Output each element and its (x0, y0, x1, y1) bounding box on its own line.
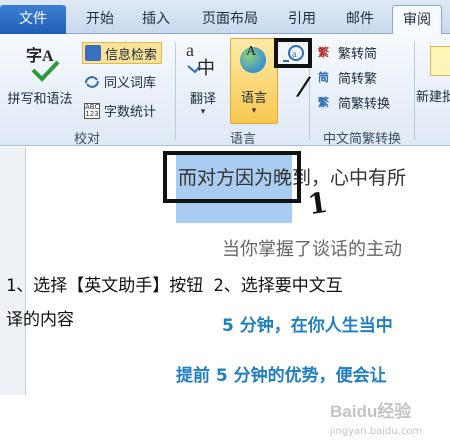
tab-page-layout[interactable]: 页面布局 (192, 5, 268, 34)
english-assistant-button[interactable]: a (274, 38, 312, 68)
trad-to-simp-button[interactable]: 繁 繁转简 (318, 42, 377, 63)
language-group-label: 语言 (229, 132, 256, 147)
spelling-icon: 字A (20, 40, 60, 82)
globe-icon: A (237, 43, 271, 83)
thesaurus-icon (84, 74, 100, 90)
tab-review[interactable]: 审阅 (392, 5, 442, 35)
instruction-step-cont: 译的内容 (6, 310, 74, 330)
tab-insert[interactable]: 插入 (132, 5, 180, 34)
tab-references[interactable]: 引用 (278, 5, 326, 34)
spelling-grammar-label: 拼写和语法 (7, 92, 73, 107)
group-divider (175, 42, 176, 140)
new-comment-button[interactable]: 新建批 (414, 40, 450, 105)
doc-blue-line-1: 5 分钟，在你人生当中 (222, 316, 393, 336)
translate-dropdown-icon: ▾ (200, 107, 206, 117)
proofing-group-label: 校对 (73, 132, 100, 147)
selection-highlight-box (163, 151, 301, 203)
translate-label: 翻译 (189, 92, 216, 107)
language-dropdown-icon: ▾ (251, 106, 257, 116)
trad-to-simp-icon: 繁 (318, 45, 329, 59)
thesaurus-button[interactable]: 同义词库 (84, 71, 156, 92)
word-count-button[interactable]: ABC 123 字数统计 (84, 100, 156, 121)
chinese-group-label: 中文简繁转换 (322, 132, 401, 147)
simp-to-trad-button[interactable]: 简 简转繁 (318, 67, 377, 88)
svg-text:a: a (292, 49, 297, 60)
convert-button[interactable]: 繁 简繁转换 (318, 92, 390, 113)
doc-blue-line-2: 提前 5 分钟的优势，便会让 (176, 366, 387, 386)
english-assistant-icon: a (283, 45, 304, 62)
watermark-url: jingyan.baidu.com (330, 426, 423, 437)
translate-button[interactable]: a 中 翻译 ▾ (180, 40, 226, 117)
tab-home[interactable]: 开始 (76, 5, 124, 34)
simp-to-trad-icon: 简 (318, 70, 329, 84)
ribbon-review: 字A 拼写和语法 信息检索 同义词库 ABC 123 字数统计 校对 a 中 翻译… (0, 34, 450, 147)
new-comment-icon (430, 46, 450, 76)
spelling-grammar-button[interactable]: 字A 拼写和语法 (2, 40, 78, 107)
research-book-icon (85, 45, 101, 61)
language-button[interactable]: A 语言 ▾ (230, 38, 278, 124)
watermark-brand: Baidu经验 (330, 402, 412, 421)
instruction-step: 1、选择【英文助手】按钮 2、选择要中文互 (6, 276, 343, 296)
new-comment-label: 新建批 (416, 90, 450, 105)
convert-icon: 繁 (318, 95, 329, 109)
translate-icon: a 中 (186, 40, 215, 79)
language-label: 语言 (240, 91, 267, 106)
document-area[interactable]: 而对方因为晚到，心中有所 1 当你掌握了谈话的主动 1、选择【英文助手】按钮 2… (0, 147, 450, 447)
ribbon-tab-bar: 文件 开始 插入 页面布局 引用 邮件 审阅 (0, 0, 450, 35)
tab-file[interactable]: 文件 (0, 5, 66, 34)
baidu-watermark: Baidu经验 jingyan.baidu.com (330, 397, 448, 437)
tab-mailings[interactable]: 邮件 (336, 5, 384, 34)
doc-line-2: 当你掌握了谈话的主动 (222, 239, 402, 260)
research-button[interactable]: 信息检索 (82, 42, 163, 64)
annotation-mark-1: 1 (305, 185, 330, 222)
word-count-icon: ABC 123 (84, 102, 100, 119)
